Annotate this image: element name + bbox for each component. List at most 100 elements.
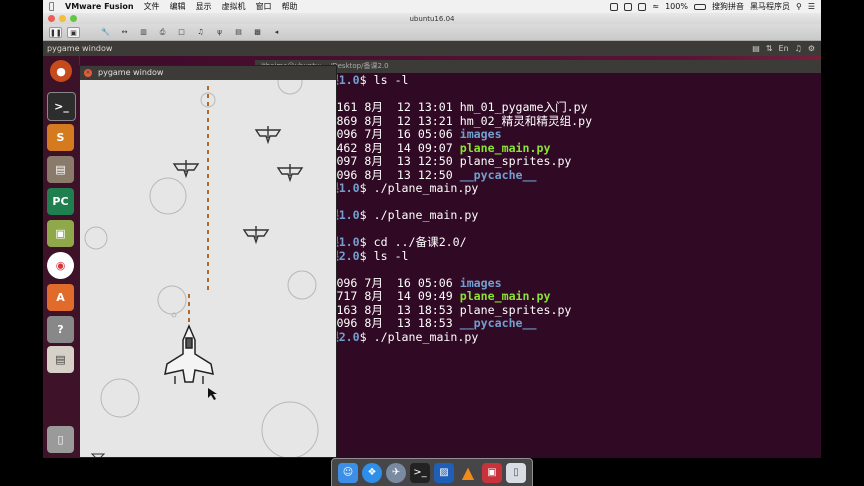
pause-icon[interactable]: ❚❚ — [49, 26, 62, 38]
close-icon[interactable]: × — [84, 69, 92, 77]
pygame-window-title: pygame window — [98, 68, 164, 77]
terminal-line: -rw-rw-r-- 1 python python 3097 8月 13 12… — [255, 154, 821, 169]
system-menu-icon[interactable]: ⚙ — [808, 44, 815, 53]
tray-status-icon[interactable] — [610, 2, 619, 11]
pygame-window[interactable]: × pygame window — [79, 65, 337, 458]
menubar-user[interactable]: 黑马程序员 — [750, 1, 790, 12]
terminal-line: -rwxrw-r-- 1 python python 3717 8月 14 09… — [255, 289, 821, 304]
apple-icon[interactable]:  — [49, 2, 59, 12]
keyboard-indicator-icon[interactable]: En — [779, 44, 789, 53]
terminal-output[interactable]: itheima@ubuntu:~/Desktop/备课1.0$ ls -l总用量… — [255, 73, 821, 358]
battery-level: 100% — [665, 2, 688, 11]
vlc-icon[interactable]: ▲ — [458, 463, 478, 483]
sublime-text-icon[interactable]: S — [47, 124, 74, 151]
safari-icon[interactable]: ❖ — [362, 462, 382, 483]
menu-help[interactable]: 帮助 — [282, 1, 298, 12]
asteroid — [100, 378, 140, 418]
terminal-title: itheima@ubuntu: ~/Desktop/备课2.0 — [255, 60, 821, 73]
enemy-plane — [276, 164, 304, 183]
volume-indicator-icon[interactable]: ♫ — [795, 44, 802, 53]
menu-view[interactable]: 显示 — [196, 1, 212, 12]
command-text: ./plane_main.py — [373, 181, 479, 195]
pycharm-icon[interactable]: PC — [47, 188, 74, 215]
letterbox-left — [0, 0, 43, 486]
terminal-launcher-icon[interactable]: >_ — [47, 92, 76, 121]
battery-icon[interactable] — [693, 3, 706, 10]
wifi-icon[interactable]: ≈ — [652, 2, 659, 11]
menu-file[interactable]: 文件 — [144, 1, 160, 12]
active-window-title: pygame window — [47, 44, 113, 53]
command-text: ./plane_main.py — [373, 208, 479, 222]
terminal-line: -rw-rw-r-- 1 python python 1161 8月 12 13… — [255, 100, 821, 115]
software-center-icon[interactable]: A — [47, 284, 74, 311]
notification-icon[interactable]: ☰ — [808, 2, 815, 11]
command-text: cd ../备课2.0/ — [373, 235, 467, 249]
terminal-window[interactable]: itheima@ubuntu: ~/Desktop/备课2.0 itheima@… — [255, 60, 821, 458]
command-text: ls -l — [373, 248, 409, 263]
minimize-window-button[interactable] — [59, 15, 66, 22]
capture-icon[interactable]: ▤ — [232, 27, 245, 38]
zoom-window-button[interactable] — [70, 15, 77, 22]
menu-edit[interactable]: 编辑 — [170, 1, 186, 12]
terminal-line: itheima@ubuntu:~/Desktop/备课1.0$ ./plane_… — [255, 208, 821, 223]
trash-launcher-icon[interactable]: ▯ — [47, 426, 74, 453]
ls-filename: hm_02_精灵和精灵组.py — [459, 113, 593, 128]
terminal-line: drwxrwxr-x 2 python python 4096 8月 13 18… — [255, 316, 821, 331]
arrows-icon[interactable]: ↔ — [118, 27, 131, 38]
game-canvas[interactable] — [80, 80, 336, 457]
asteroid — [157, 285, 187, 315]
prompt-symbol: $ — [359, 329, 374, 344]
snapshot-icon[interactable]: ▣ — [67, 26, 80, 38]
finder-icon[interactable]: ☺ — [338, 462, 358, 483]
help-icon[interactable]: ? — [47, 316, 74, 343]
asteroid — [287, 270, 317, 300]
chrome-icon[interactable]: ◉ — [47, 252, 74, 279]
prompt-symbol: $ — [359, 208, 374, 222]
printer-icon[interactable]: ⎙ — [156, 27, 169, 38]
game-scene — [84, 80, 319, 457]
search-icon[interactable]: ⚲ — [796, 2, 802, 11]
terminal-line: drwxrwxr-x 2 python python 4096 7月 16 05… — [255, 275, 821, 291]
terminal-icon[interactable]: >_ — [410, 462, 430, 483]
menu-vm[interactable]: 虚拟机 — [222, 1, 246, 12]
workspace-icon[interactable]: ▤ — [47, 346, 74, 373]
vmware-icon[interactable]: ▨ — [434, 462, 454, 483]
prompt-symbol: $ — [359, 181, 374, 195]
ubuntu-launcher: ● >_ S ▤ PC ▣ ◉ A ? ▤ ▯ — [43, 56, 80, 458]
files-icon[interactable]: ▤ — [47, 156, 74, 183]
mac-dock: ☺ ❖ ✈ >_ ▨ ▲ ▣ ▯ — [331, 458, 533, 486]
usb-icon[interactable]: ψ — [213, 27, 226, 38]
display-icon[interactable]: ▩ — [251, 27, 264, 38]
vmware-toolbar: ❚❚ ▣ 🔧 ↔ ▥ ⎙ □ ♫ ψ ▤ ▩ ◂ — [43, 24, 821, 41]
share-icon[interactable]: ▥ — [137, 27, 150, 38]
enemy-plane — [242, 226, 270, 245]
input-method[interactable]: 搜狗拼音 — [712, 1, 744, 12]
network-arrows-icon[interactable]: ⇅ — [766, 44, 773, 53]
network-indicator-icon[interactable]: ▤ — [752, 44, 760, 53]
speaker-icon[interactable]: ♫ — [194, 27, 207, 38]
tray-keyboard-icon[interactable] — [638, 2, 647, 11]
tray-display-icon[interactable] — [624, 2, 633, 11]
ls-filename: plane_main.py — [459, 289, 551, 303]
archive-icon[interactable]: ▣ — [47, 220, 74, 247]
menu-window[interactable]: 窗口 — [256, 1, 272, 12]
command-text: ./plane_main.py — [373, 329, 479, 344]
launchpad-icon[interactable]: ✈ — [386, 462, 406, 483]
terminal-line: itheima@ubuntu:~/Desktop/备课2.0$ ls -l — [255, 248, 821, 264]
settings-icon[interactable]: 🔧 — [99, 27, 112, 38]
terminal-line: -rw-rw-r-- 1 python python 5163 8月 13 18… — [255, 303, 821, 318]
app-menu-name[interactable]: VMware Fusion — [65, 2, 134, 11]
lock-icon[interactable]: □ — [175, 27, 188, 38]
chevron-left-icon[interactable]: ◂ — [270, 27, 283, 38]
ubuntu-dash-icon[interactable]: ● — [50, 60, 72, 82]
terminal-line: 总用量 24 — [255, 88, 821, 102]
ls-filename: images — [459, 275, 502, 290]
command-text: ls -l — [373, 73, 409, 87]
parallels-icon[interactable]: ▣ — [482, 462, 502, 483]
enemy-plane — [172, 160, 200, 179]
panel-indicators: ▤ ⇅ En ♫ ⚙ — [752, 44, 821, 53]
vmware-window-title: ubuntu16.04 — [409, 14, 455, 23]
terminal-line: 总用量 20 — [255, 263, 821, 277]
trash-icon[interactable]: ▯ — [506, 462, 526, 483]
close-window-button[interactable] — [48, 15, 55, 22]
